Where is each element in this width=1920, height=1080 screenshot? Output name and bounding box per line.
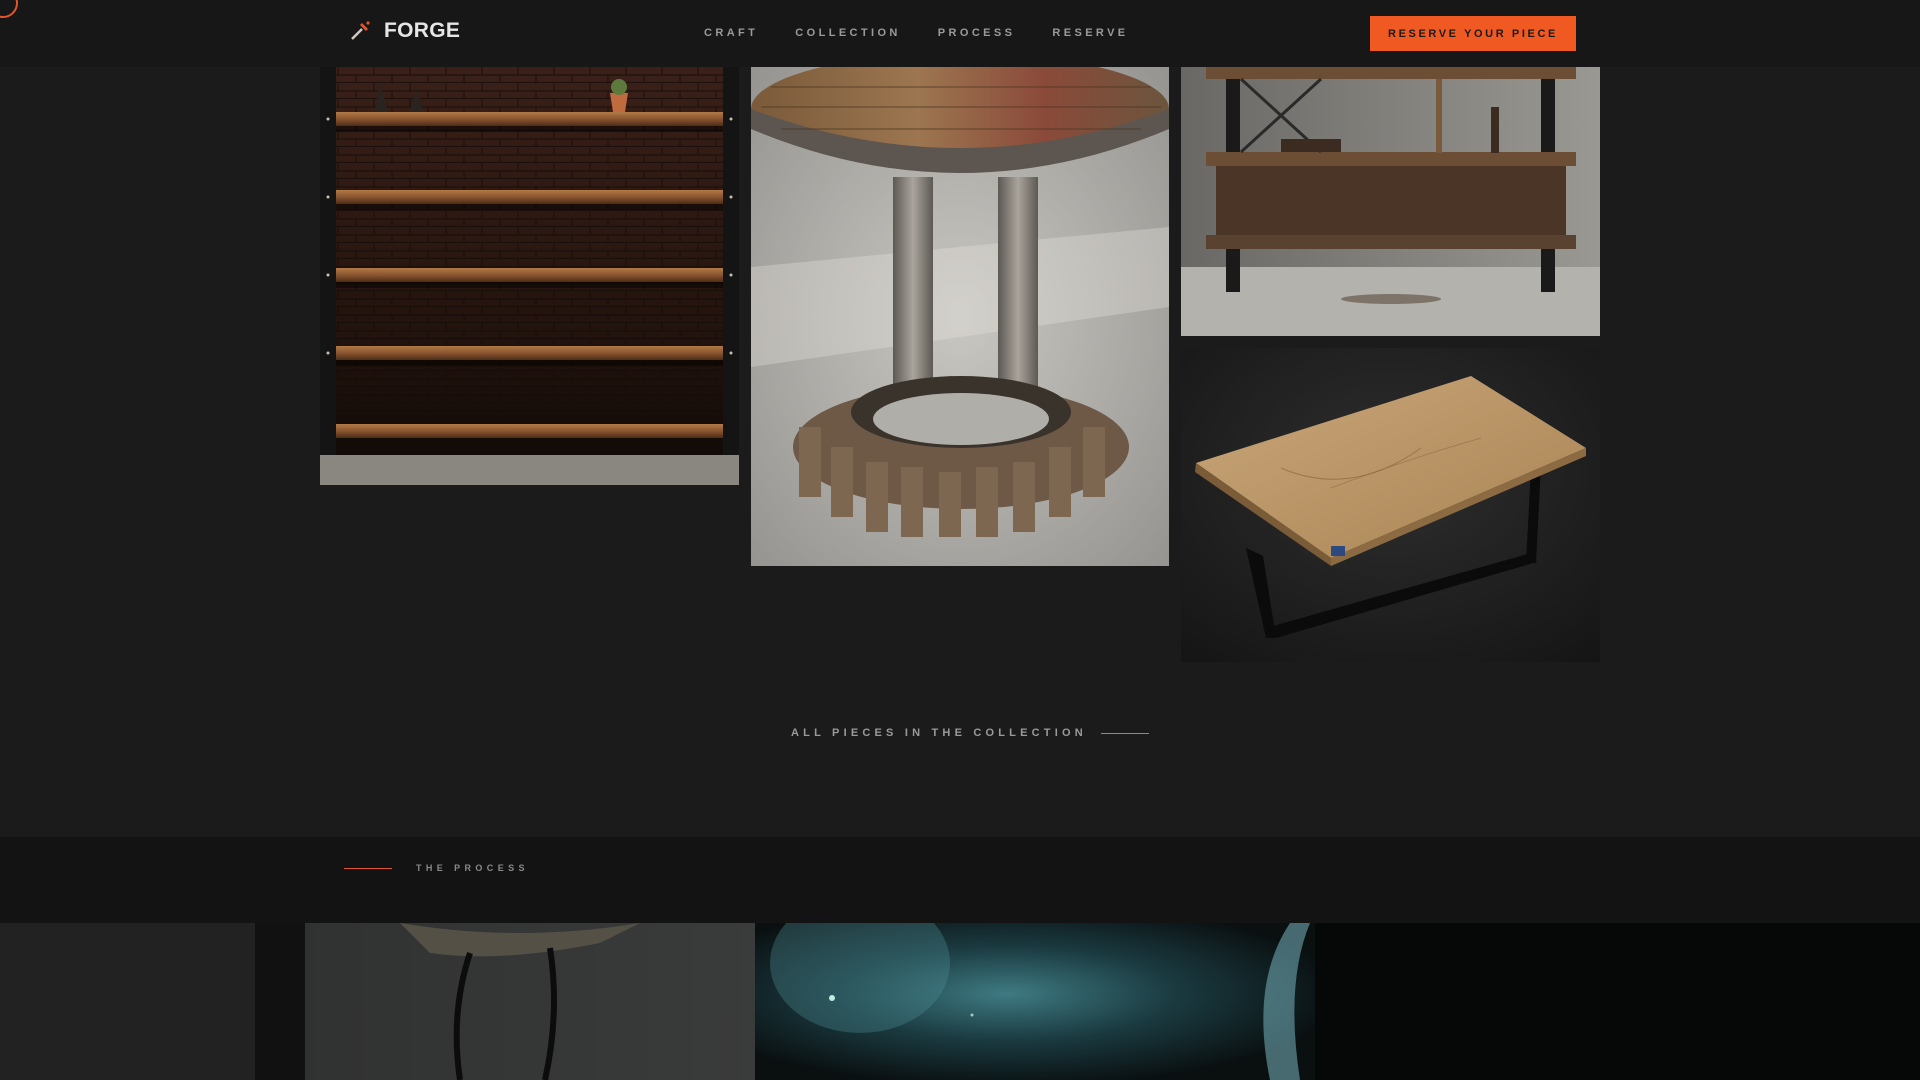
nav-item-reserve[interactable]: RESERVE bbox=[1052, 27, 1128, 39]
arrow-line-icon bbox=[1100, 732, 1149, 734]
process-label-text: THE PROCESS bbox=[416, 863, 529, 873]
nav-item-collection[interactable]: COLLECTION bbox=[795, 27, 901, 39]
all-pieces-label: ALL PIECES IN THE COLLECTION bbox=[791, 727, 1087, 739]
cursor-ring bbox=[0, 0, 18, 18]
nav-item-process[interactable]: PROCESS bbox=[938, 27, 1016, 39]
brand-name: FORGE bbox=[384, 19, 461, 42]
main-nav: CRAFT COLLECTION PROCESS RESERVE bbox=[704, 27, 1166, 39]
hammer-icon bbox=[351, 21, 370, 40]
accent-line bbox=[344, 867, 392, 869]
nav-item-craft[interactable]: CRAFT bbox=[704, 27, 758, 39]
gallery-item-shelving[interactable] bbox=[320, 67, 739, 485]
all-pieces-link[interactable]: ALL PIECES IN THE COLLECTION bbox=[791, 727, 1149, 739]
process-section-header bbox=[0, 837, 1920, 923]
page: FORGE CRAFT COLLECTION PROCESS RESERVE R… bbox=[0, 0, 1920, 1080]
gallery-item-gear-table[interactable] bbox=[751, 67, 1169, 566]
gallery-item-coffee-table[interactable] bbox=[1181, 348, 1600, 662]
brand-logo[interactable]: FORGE bbox=[348, 19, 460, 43]
site-header: FORGE CRAFT COLLECTION PROCESS RESERVE R… bbox=[0, 0, 1920, 67]
reserve-button[interactable]: RESERVE YOUR PIECE bbox=[1370, 16, 1576, 51]
process-section-label: THE PROCESS bbox=[344, 863, 529, 873]
process-video[interactable] bbox=[0, 923, 1920, 1080]
gallery-item-bookcase[interactable] bbox=[1181, 67, 1600, 336]
